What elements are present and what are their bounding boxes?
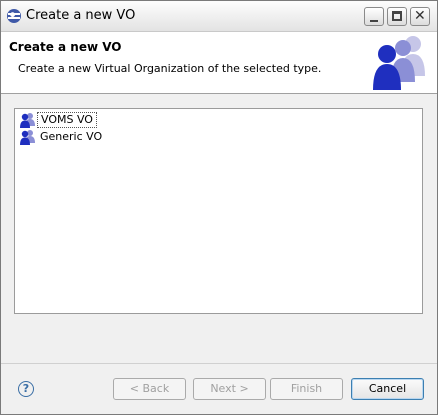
eclipse-icon bbox=[7, 9, 21, 23]
close-icon: ✕ bbox=[414, 8, 426, 24]
dialog-window: Create a new VO ✕ Create a new VO Create… bbox=[0, 0, 438, 415]
vo-type-list[interactable]: VOMS VO Generic VO bbox=[14, 108, 423, 314]
help-icon[interactable]: ? bbox=[18, 381, 34, 397]
page-description: Create a new Virtual Organization of the… bbox=[18, 62, 322, 75]
cancel-button[interactable]: Cancel bbox=[351, 378, 424, 400]
finish-button[interactable]: Finish bbox=[270, 378, 343, 400]
list-item-label: VOMS VO bbox=[37, 112, 97, 128]
close-button[interactable]: ✕ bbox=[410, 7, 430, 26]
next-button[interactable]: Next > bbox=[193, 378, 266, 400]
wizard-content: VOMS VO Generic VO bbox=[1, 94, 437, 364]
list-item[interactable]: VOMS VO bbox=[19, 112, 97, 128]
window-title: Create a new VO bbox=[26, 8, 136, 23]
vo-users-banner-icon bbox=[373, 36, 425, 90]
wizard-header: Create a new VO Create a new Virtual Org… bbox=[1, 32, 437, 94]
vo-users-icon bbox=[20, 130, 35, 145]
list-item-label: Generic VO bbox=[40, 130, 103, 143]
back-button[interactable]: < Back bbox=[113, 378, 186, 400]
vo-users-icon bbox=[20, 113, 35, 128]
button-bar-divider bbox=[1, 363, 437, 364]
page-title: Create a new VO bbox=[9, 40, 122, 54]
maximize-button[interactable] bbox=[387, 7, 407, 26]
title-bar[interactable]: Create a new VO ✕ bbox=[1, 1, 437, 32]
list-item[interactable]: Generic VO bbox=[19, 129, 105, 145]
minimize-button[interactable] bbox=[364, 7, 384, 26]
